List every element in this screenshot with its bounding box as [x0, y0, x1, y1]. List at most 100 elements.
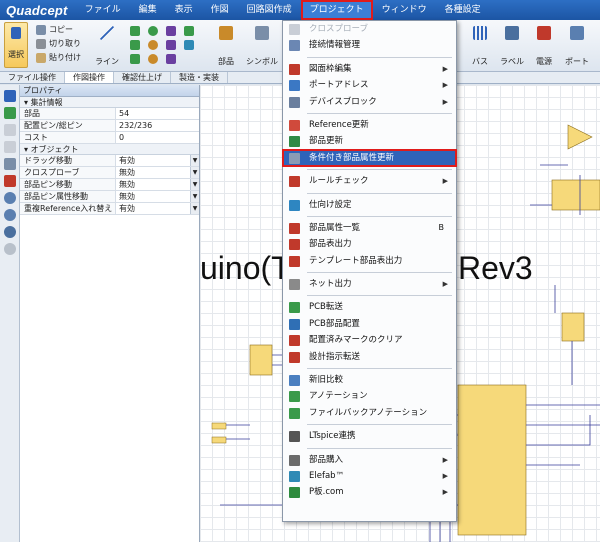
menu-file[interactable]: ファイル [76, 0, 130, 20]
property-row[interactable]: 重複Reference入れ替え 有効 ▼ [20, 203, 199, 215]
project-menu-item[interactable]: 仕向け設定 [283, 197, 456, 213]
menu-separator [307, 272, 452, 274]
project-menu-item[interactable]: 部品表出力 [283, 236, 456, 252]
copy-button[interactable]: コピー [36, 24, 73, 35]
menu-separator [307, 112, 452, 114]
undo-icon[interactable] [3, 141, 16, 153]
part-button[interactable]: 部品 [214, 26, 238, 67]
back-arrow-icon[interactable] [3, 107, 16, 119]
menu-draw[interactable]: 作図 [202, 0, 238, 20]
tab-manufacturing[interactable]: 製造・実装 [171, 72, 228, 83]
poly-icon[interactable] [130, 54, 140, 64]
select-button[interactable]: 選択 [4, 22, 28, 68]
square-icon[interactable] [130, 40, 140, 50]
rect-icon[interactable] [130, 26, 140, 36]
gear-icon[interactable] [3, 243, 16, 255]
project-menu-item[interactable]: ポートアドレス ▶ [283, 77, 456, 93]
image-icon[interactable] [184, 40, 194, 50]
project-menu-item[interactable]: 部品属性一覧 B [283, 220, 456, 236]
menu-item-label: 新旧比較 [309, 375, 344, 386]
zoom-out-icon[interactable] [3, 209, 16, 221]
zoom-in-icon[interactable] [3, 192, 16, 204]
menu-window[interactable]: ウィンドウ [373, 0, 436, 20]
tab-check-finish[interactable]: 確認仕上げ [114, 72, 171, 83]
cut-button[interactable]: 切り取り [36, 38, 81, 49]
print-icon[interactable] [3, 158, 16, 170]
ellipse-icon[interactable] [148, 54, 158, 64]
port-button[interactable]: ポート [562, 26, 592, 67]
project-menu-item[interactable]: 図面枠編集 ▶ [283, 61, 456, 77]
menu-item-label: 仕向け設定 [309, 199, 352, 210]
property-select[interactable]: 有効 ▼ [116, 203, 199, 214]
chevron-down-icon[interactable]: ▼ [190, 179, 199, 190]
circle-icon[interactable] [148, 26, 158, 36]
project-menu-item[interactable]: P板.com ▶ [283, 484, 456, 500]
project-menu-item[interactable]: アノテーション [283, 388, 456, 404]
property-select[interactable]: 有効 ▼ [116, 155, 199, 166]
project-menu-item[interactable]: 部品更新 [283, 133, 456, 149]
delete-icon[interactable] [3, 175, 16, 187]
summary-section[interactable]: ▾ 集計情報 [20, 97, 199, 108]
chevron-down-icon[interactable]: ▼ [190, 155, 199, 166]
menu-view[interactable]: 表示 [166, 0, 202, 20]
forward-arrow-icon[interactable] [3, 124, 16, 136]
property-row[interactable]: 部品ピン属性移動 無効 ▼ [20, 191, 199, 203]
menu-item-label: 配置済みマークのクリア [309, 335, 403, 346]
arrow-shape-icon[interactable] [166, 54, 176, 64]
project-menu-item[interactable]: PCB転送 [283, 299, 456, 315]
property-row[interactable]: クロスプローブ 無効 ▼ [20, 167, 199, 179]
menu-settings[interactable]: 各種設定 [436, 0, 490, 20]
menu-schematic[interactable]: 回路図作成 [238, 0, 301, 20]
text-icon[interactable] [184, 26, 194, 36]
schematic-part[interactable] [211, 436, 227, 444]
pointer-icon[interactable] [3, 90, 16, 102]
schematic-part[interactable] [457, 384, 527, 536]
property-select[interactable]: 無効 ▼ [116, 167, 199, 178]
property-row[interactable]: 部品ピン移動 無効 ▼ [20, 179, 199, 191]
tab-draw-ops[interactable]: 作図操作 [65, 72, 114, 83]
settings-icon[interactable] [3, 226, 16, 238]
property-panel: プロパティ ▾ 集計情報 部品 54 配置ピン/総ピン 232/236 コスト 0 ▾… [20, 85, 200, 542]
triangle-icon[interactable] [166, 26, 176, 36]
property-row[interactable]: ドラッグ移動 有効 ▼ [20, 155, 199, 167]
project-menu-item[interactable]: 部品購入 ▶ [283, 452, 456, 468]
schematic-part[interactable] [249, 344, 273, 376]
project-menu-item[interactable]: 条件付き部品属性更新 [282, 148, 457, 168]
schematic-part[interactable] [561, 312, 585, 342]
bus-button[interactable]: バス [468, 26, 492, 67]
project-menu-item[interactable]: ネット出力 ▶ [283, 276, 456, 292]
property-select[interactable]: 無効 ▼ [116, 179, 199, 190]
project-menu-item[interactable]: ファイルバックアノテーション [283, 405, 456, 421]
project-menu-item[interactable]: Elefab™ ▶ [283, 468, 456, 484]
project-menu-item[interactable]: 設計指示転送 [283, 349, 456, 365]
project-menu-item[interactable]: 接続情報管理 [283, 37, 456, 53]
project-menu-item[interactable]: 配置済みマークのクリア [283, 332, 456, 348]
chevron-down-icon[interactable]: ▼ [190, 203, 199, 214]
object-section[interactable]: ▾ オブジェクト [20, 144, 199, 155]
chevron-down-icon[interactable]: ▼ [190, 191, 199, 202]
label-button[interactable]: ラベル [498, 26, 526, 67]
tab-file-ops[interactable]: ファイル操作 [0, 72, 65, 83]
symbol-button[interactable]: シンボル [244, 26, 280, 67]
chevron-down-icon[interactable]: ▼ [190, 167, 199, 178]
project-menu-item[interactable]: テンプレート部品表出力 [283, 253, 456, 269]
power-button[interactable]: 電源 [532, 26, 556, 67]
line-button[interactable]: ライン [92, 26, 122, 67]
paste-button[interactable]: 貼り付け [36, 52, 81, 63]
menu-item-label: 図面枠編集 [309, 63, 352, 74]
project-menu-item[interactable]: 新旧比較 [283, 372, 456, 388]
menu-edit[interactable]: 編集 [130, 0, 166, 20]
menu-project[interactable]: プロジェクト [300, 0, 373, 20]
project-menu-item[interactable]: Reference更新 [283, 117, 456, 133]
project-menu-item[interactable]: ルールチェック ▶ [283, 173, 456, 189]
project-menu-item[interactable]: デバイスブロック ▶ [283, 94, 456, 110]
menu-separator [307, 368, 452, 370]
project-menu-item[interactable]: PCB部品配置 [283, 316, 456, 332]
property-select[interactable]: 無効 ▼ [116, 191, 199, 202]
schematic-part[interactable] [567, 124, 593, 150]
arc-icon[interactable] [148, 40, 158, 50]
polygon-icon[interactable] [166, 40, 176, 50]
project-menu-item[interactable]: LTspice連携 [283, 428, 456, 444]
schematic-part[interactable] [211, 422, 227, 430]
schematic-part[interactable] [551, 179, 600, 211]
